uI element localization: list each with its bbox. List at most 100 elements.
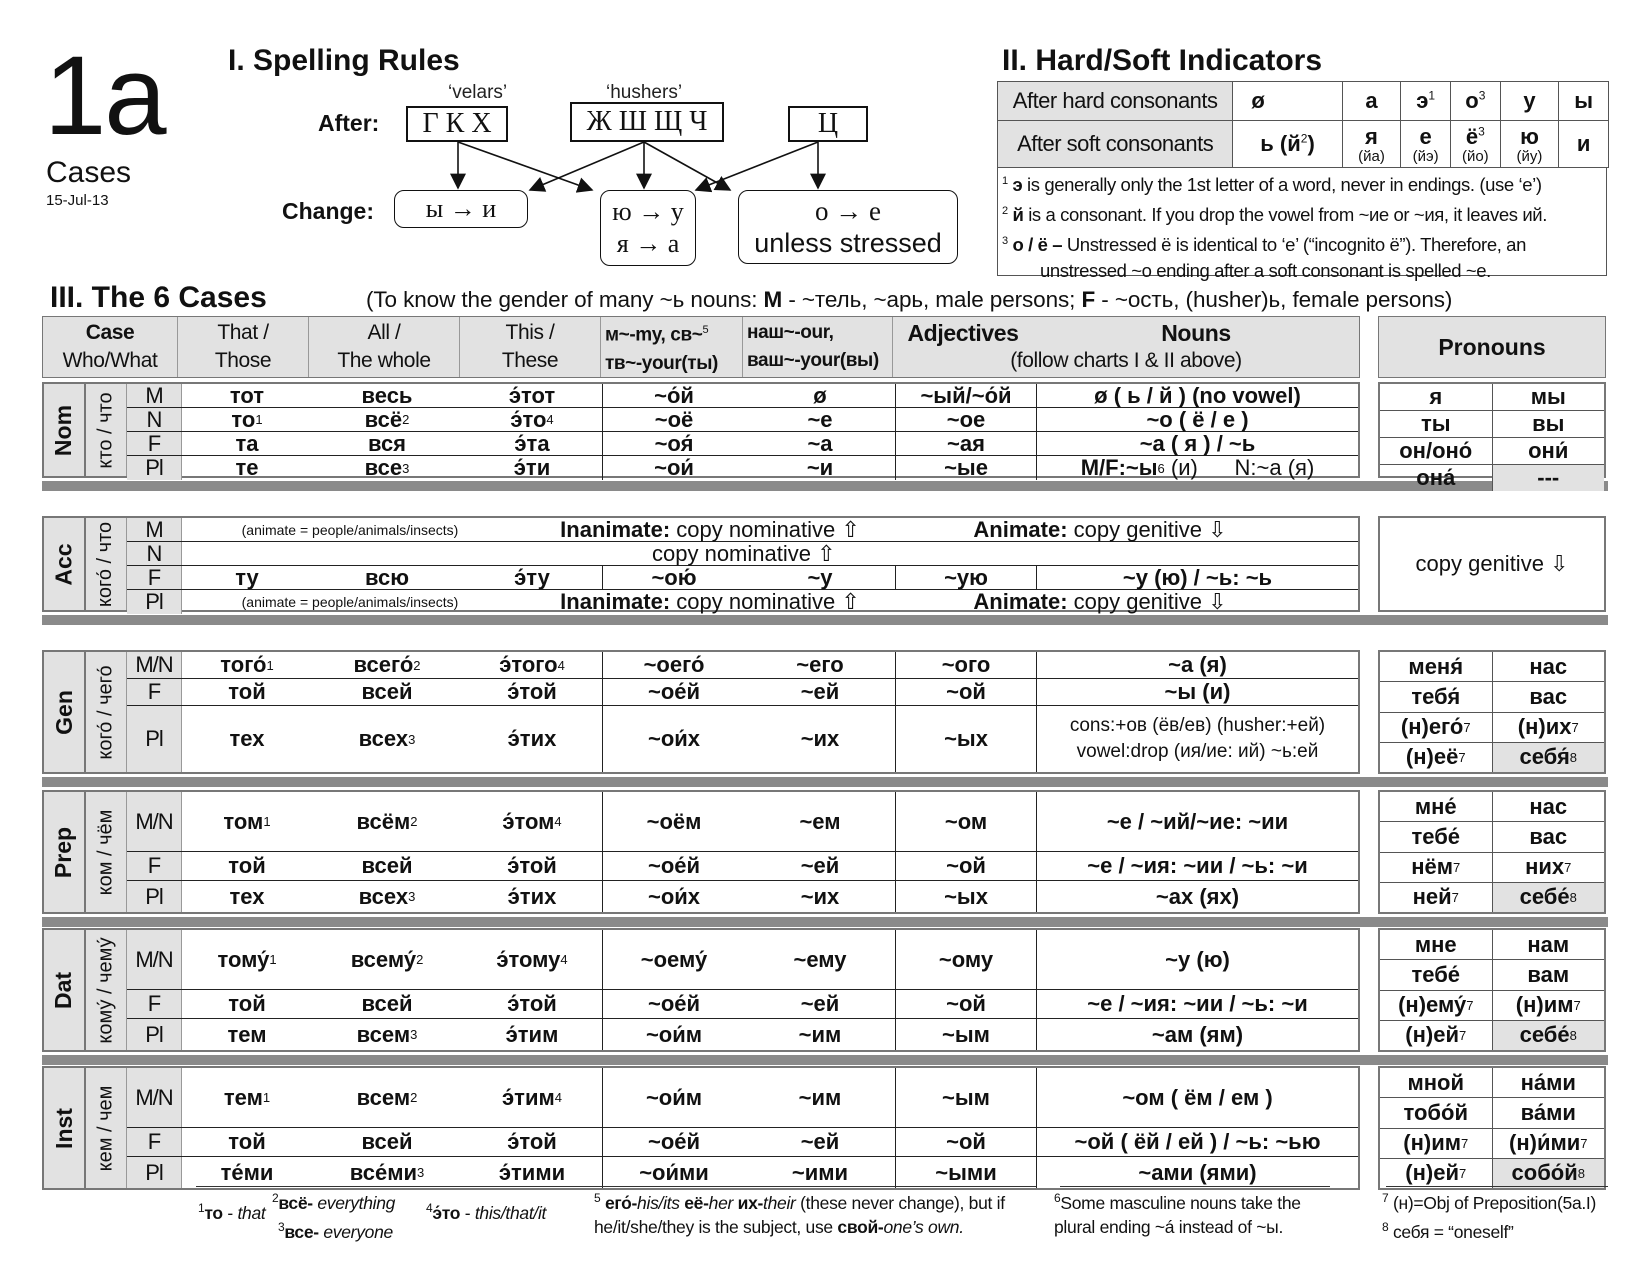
block-separator: [42, 481, 1608, 491]
case-rows: M/N том 1 всём 2 э́том 4 ~оём ~ем ~ом ~е / ~ий/~ие…: [127, 792, 1358, 912]
block-separator: [42, 1055, 1608, 1065]
case-row: M/N того́ 1 всего́ 2 э́того 4 ~оего́ ~его ~ого ~а …: [127, 652, 1358, 680]
pronoun-row: мной на́ми: [1380, 1068, 1604, 1099]
table-cell: ~ых: [895, 706, 1036, 772]
table-cell: э́тими: [498, 1159, 566, 1185]
pronoun-cell: вас: [1491, 682, 1605, 712]
table-cell: те́ми: [220, 1159, 274, 1185]
table-cell: той: [228, 853, 266, 879]
table-cell: ~ои́м: [602, 1068, 745, 1127]
case-name: Acc: [44, 518, 86, 610]
case-question: кто / что: [86, 384, 127, 476]
table-cell: всей: [361, 1129, 413, 1155]
case-block-gen: Gen кого́ / чего́ M/N того́ 1 всего́ 2 э́того 4 ~…: [42, 650, 1360, 774]
table-cell: M/F:~ы 6 (и) N:~а (я): [1036, 455, 1358, 480]
table-cell: всём 2: [356, 808, 418, 834]
pronoun-cell: (н)им 7: [1491, 990, 1605, 1020]
pronoun-row: ней 7 себе́ 8: [1380, 882, 1604, 912]
table-cell: ~ые: [895, 455, 1036, 480]
table-cell: ~ому: [895, 930, 1036, 989]
case-rows: Mтот весь э́тот ~о́й ø ~ый/~о́й ø ( ь / й ) (n…: [127, 383, 1358, 480]
arrow: [643, 141, 732, 191]
pronoun-cell: тебе́: [1411, 823, 1461, 849]
acc-rule: (animate = people/animals/insects) Inanim…: [241, 589, 1227, 614]
header-my: м~-my, св~5 тв~-your(ты): [601, 317, 743, 377]
case-row: Pl тех всех 3 э́тих ~ои́х ~их ~ых cons:+ов (ёв/е…: [127, 706, 1358, 772]
header-case: Case Who/What: [43, 317, 178, 377]
table-cell: те: [235, 455, 259, 480]
table-cell: э́ти: [513, 455, 551, 480]
case-rows: M/N тем 1 всем 2 э́тим 4 ~ои́м ~им ~ым ~ом ( ём / …: [127, 1068, 1358, 1188]
case-block-prep: Prep ком / чём M/N том 1 всём 2 э́том 4 ~оём ~ем ~о…: [42, 790, 1360, 914]
case-row: M/N тем 1 всем 2 э́тим 4 ~ои́м ~им ~ым ~ом ( ём / …: [127, 1068, 1358, 1128]
table-cell: э́той: [507, 1129, 557, 1155]
cases-header: Case Who/What That / Those All / The whole …: [42, 316, 1360, 378]
table-cell: ~ами (ями): [1036, 1157, 1358, 1188]
case-question: кого́ / что: [86, 518, 127, 610]
table-cell: ø ( ь / й ) (no vowel): [1036, 383, 1358, 408]
table-cell: ~оя́: [602, 431, 745, 456]
table-cell: ~ои́ми: [602, 1157, 745, 1188]
table-cell: ~а: [807, 430, 833, 456]
table-cell: ~ам (ям): [1036, 1019, 1358, 1050]
case-row: Fта вся э́та ~оя́ ~а ~ая ~а ( я ) / ~ь: [127, 430, 1358, 456]
footnote-7-8: 7 (н)=Obj of Preposition(5a.I) 8 себя = …: [1382, 1191, 1597, 1242]
arrow: [694, 141, 819, 193]
pronoun-cell: тобо́й: [1403, 1099, 1468, 1125]
header-follow: (follow charts I & II above): [1010, 349, 1242, 372]
note: 1 э is generally only the 1st letter of …: [1002, 174, 1542, 196]
pronouns-dat: мне нам тебе́ вам (н)ему́ 7 (н)им 7 (н)ей 7 себе́ 8: [1378, 928, 1606, 1052]
pronoun-cell: ва́ми: [1491, 1098, 1605, 1128]
pronoun-cell: (н)ей 7: [1405, 1160, 1467, 1186]
hs-cell: ø: [1232, 81, 1343, 121]
table-cell: э́тих: [507, 883, 557, 909]
pronoun-cell: (н)их 7: [1491, 712, 1605, 742]
table-cell: та: [235, 430, 259, 456]
spelling-arrows: [450, 141, 826, 193]
table-cell: все́ми 3: [349, 1159, 425, 1185]
table-cell: ~их: [800, 726, 840, 752]
table-cell: ~у: [807, 564, 833, 590]
table-cell: э́та: [514, 430, 550, 456]
table-cell: всю: [365, 564, 409, 590]
row-label: After soft consonants: [996, 120, 1234, 168]
table-cell: ~их: [800, 883, 840, 909]
table-cell: ~ым: [895, 1068, 1036, 1127]
table-cell: ~ыми: [895, 1157, 1036, 1188]
table-cell: ~ей: [800, 1129, 840, 1155]
case-row: Pl те все 3 э́ти ~ои́ ~и ~ые M/F:~ы 6 (и) N:~а (я…: [127, 455, 1358, 480]
header-adj-nouns: Adjectives Nouns (follow charts I & II ab…: [893, 317, 1359, 377]
note: 2 й is a consonant. If you drop the vowe…: [1002, 204, 1547, 226]
table-cell: ~оё: [602, 407, 745, 432]
table-cell: ~ей: [800, 991, 840, 1017]
gender-label: Pl: [127, 881, 182, 912]
table-cell: э́то 4: [510, 406, 554, 432]
gender-label: F: [127, 679, 182, 706]
table-cell: э́тому 4: [496, 946, 568, 972]
table-cell: ~оего́: [602, 652, 745, 679]
pronoun-row: (н)им 7 (н)и́ми 7: [1380, 1128, 1604, 1159]
case-block-dat: Dat кому́ / чему́ M/N тому́ 1 всему́ 2 э́тому 4 ~…: [42, 928, 1360, 1052]
case-row: Mтот весь э́тот ~о́й ø ~ый/~о́й ø ( ь / й ) (n…: [127, 383, 1358, 408]
table-cell: ~его: [796, 652, 844, 678]
pronoun-cell: вам: [1491, 960, 1605, 990]
case-name: Nom: [44, 384, 86, 476]
block-separator: [42, 615, 1608, 625]
pronoun-cell: ты: [1420, 411, 1451, 436]
gender-label: M: [127, 383, 182, 408]
block-separator: [42, 917, 1608, 927]
pronoun-row: тобо́й ва́ми: [1380, 1098, 1605, 1129]
pronoun-row: тебя́ вас: [1380, 682, 1605, 713]
note: unstressed ~o ending after a soft conson…: [1040, 260, 1491, 282]
hs-cell: ь (й2): [1232, 120, 1343, 168]
gender-label: Pl: [127, 706, 182, 772]
header-that: That / Those: [178, 317, 309, 377]
table-cell: всем 2: [356, 1084, 418, 1110]
pronoun-cell: она́: [1416, 465, 1456, 490]
table-cell: э́той: [507, 853, 557, 879]
table-cell: всем 3: [356, 1021, 418, 1047]
table-cell: ~ой: [895, 852, 1036, 881]
hard-soft-title: II. Hard/Soft Indicators: [1002, 44, 1323, 77]
case-name: Dat: [44, 930, 86, 1050]
table-cell: ~а (я): [1036, 652, 1358, 679]
